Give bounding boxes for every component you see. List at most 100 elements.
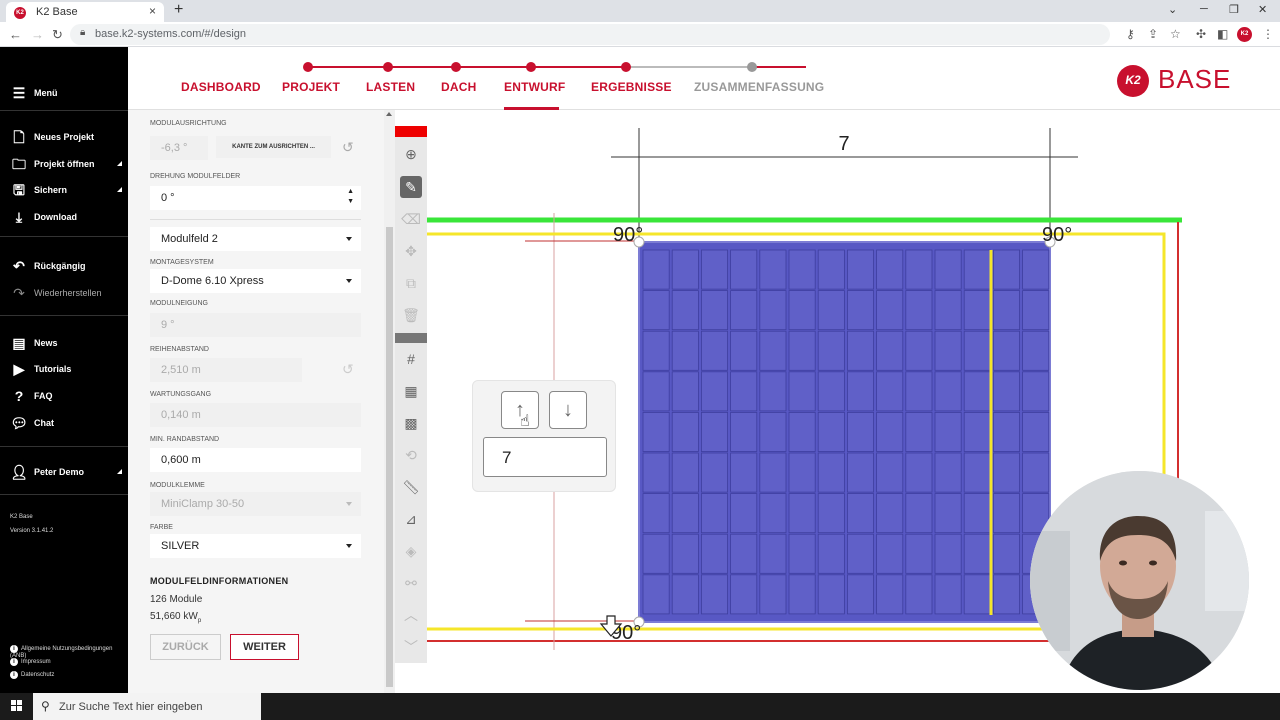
pv-module[interactable]: [847, 533, 875, 574]
pv-module[interactable]: [671, 290, 699, 331]
pv-module[interactable]: [759, 493, 787, 534]
pv-module[interactable]: [963, 371, 991, 412]
pv-module[interactable]: [701, 574, 729, 615]
pv-module[interactable]: [701, 371, 729, 412]
pv-module[interactable]: [905, 533, 933, 574]
sidebar-item-faq[interactable]: ? FAQ: [0, 383, 128, 409]
scroll-up-icon[interactable]: [386, 112, 392, 116]
tab-dashboard[interactable]: DASHBOARD: [181, 80, 261, 94]
pv-module[interactable]: [1022, 290, 1050, 331]
add-row-bottom-button[interactable]: ↓: [549, 391, 587, 429]
pv-module[interactable]: [642, 452, 670, 493]
pv-module[interactable]: [788, 574, 816, 615]
windows-start-icon[interactable]: [11, 700, 23, 712]
pv-module[interactable]: [905, 330, 933, 371]
url-field[interactable]: 🔒︎ base.k2-systems.com/#/design: [70, 24, 1110, 45]
pv-module[interactable]: [847, 290, 875, 331]
measure-icon[interactable]: ⊿: [400, 508, 422, 530]
pv-module[interactable]: [934, 533, 962, 574]
pv-module[interactable]: [963, 493, 991, 534]
sidebar-item-new-project[interactable]: 🗋︎ Neues Projekt: [0, 124, 128, 150]
pv-module[interactable]: [1022, 371, 1050, 412]
pv-module[interactable]: [905, 249, 933, 290]
key-icon[interactable]: ⚷: [1126, 27, 1135, 41]
pv-module[interactable]: [817, 330, 845, 371]
pv-module[interactable]: [730, 574, 758, 615]
pv-module[interactable]: [847, 249, 875, 290]
pv-module[interactable]: [817, 411, 845, 452]
pv-module[interactable]: [876, 411, 904, 452]
pv-module[interactable]: [934, 493, 962, 534]
pv-module[interactable]: [730, 493, 758, 534]
pv-module[interactable]: [730, 533, 758, 574]
pv-module[interactable]: [642, 330, 670, 371]
chevron-down-icon[interactable]: ﹀: [400, 636, 422, 658]
pv-module[interactable]: [817, 574, 845, 615]
pv-module[interactable]: [1022, 411, 1050, 452]
pv-module[interactable]: [905, 493, 933, 534]
pv-module[interactable]: [642, 249, 670, 290]
modulfeld-select[interactable]: Modulfeld 2: [150, 227, 361, 251]
sidebar-item-news[interactable]: ▤ News: [0, 330, 128, 356]
pv-module[interactable]: [905, 574, 933, 615]
trash-icon[interactable]: 🗑︎: [400, 304, 422, 326]
pv-module[interactable]: [671, 411, 699, 452]
restore-icon[interactable]: ❐: [1229, 3, 1239, 16]
pv-module[interactable]: [847, 411, 875, 452]
menu-button[interactable]: ☰ Menü: [0, 80, 128, 106]
pv-module[interactable]: [759, 574, 787, 615]
pv-module[interactable]: [876, 493, 904, 534]
sidebar-item-tutorials[interactable]: ▶ Tutorials: [0, 356, 128, 382]
pv-module[interactable]: [788, 493, 816, 534]
sidebar-item-download[interactable]: ⤓ Download: [0, 204, 128, 230]
sidepanel-icon[interactable]: ◧: [1217, 27, 1228, 41]
sidebar-item-open-project[interactable]: 🗀︎ Projekt öffnen: [0, 151, 128, 177]
pv-module[interactable]: [817, 533, 845, 574]
move-icon[interactable]: ✥: [400, 240, 422, 262]
pv-module[interactable]: [671, 533, 699, 574]
pv-module[interactable]: [847, 371, 875, 412]
pv-module[interactable]: [701, 452, 729, 493]
tab-zusammenfassung[interactable]: ZUSAMMENFASSUNG: [694, 80, 824, 94]
pv-module[interactable]: [701, 411, 729, 452]
pv-module[interactable]: [788, 533, 816, 574]
randabstand-input[interactable]: 0,600 m: [150, 448, 361, 472]
pencil-icon[interactable]: ✎: [400, 176, 422, 198]
window-close-icon[interactable]: ✕: [1258, 3, 1267, 16]
pv-module[interactable]: [701, 249, 729, 290]
next-button[interactable]: WEITER: [230, 634, 299, 660]
pv-module[interactable]: [759, 249, 787, 290]
pv-module[interactable]: [701, 290, 729, 331]
grid-icon[interactable]: ▦: [400, 380, 422, 402]
taskbar-search[interactable]: ⚲ Zur Suche Text hier eingeben: [33, 693, 261, 720]
browser-menu-icon[interactable]: ⋮: [1262, 27, 1274, 41]
pv-module[interactable]: [934, 249, 962, 290]
pv-module[interactable]: [759, 290, 787, 331]
pv-module[interactable]: [934, 330, 962, 371]
sidebar-item-redo[interactable]: ↷ Wiederherstellen: [0, 280, 128, 306]
pv-module[interactable]: [788, 371, 816, 412]
pv-module[interactable]: [876, 452, 904, 493]
pv-module[interactable]: [1022, 330, 1050, 371]
close-tab-icon[interactable]: ×: [149, 4, 156, 18]
pv-module[interactable]: [905, 411, 933, 452]
pv-module[interactable]: [876, 249, 904, 290]
pv-module[interactable]: [963, 411, 991, 452]
pv-module[interactable]: [671, 452, 699, 493]
pv-module[interactable]: [817, 493, 845, 534]
pv-module[interactable]: [963, 533, 991, 574]
star-icon[interactable]: ☆: [1170, 27, 1181, 41]
copy-icon[interactable]: ⧉: [400, 272, 422, 294]
pv-module[interactable]: [847, 493, 875, 534]
pv-module[interactable]: [876, 533, 904, 574]
eraser-icon[interactable]: ⌫: [400, 208, 422, 230]
pv-module[interactable]: [730, 249, 758, 290]
tab-search-chevron-icon[interactable]: ⌄: [1168, 3, 1177, 16]
spinner-icon[interactable]: ▲ ▼: [347, 187, 354, 207]
pv-module[interactable]: [817, 371, 845, 412]
pv-module[interactable]: [759, 452, 787, 493]
pv-module[interactable]: [847, 330, 875, 371]
montagesystem-select[interactable]: D-Dome 6.10 Xpress: [150, 269, 361, 293]
pv-module[interactable]: [759, 533, 787, 574]
minimize-icon[interactable]: ─: [1200, 3, 1208, 15]
